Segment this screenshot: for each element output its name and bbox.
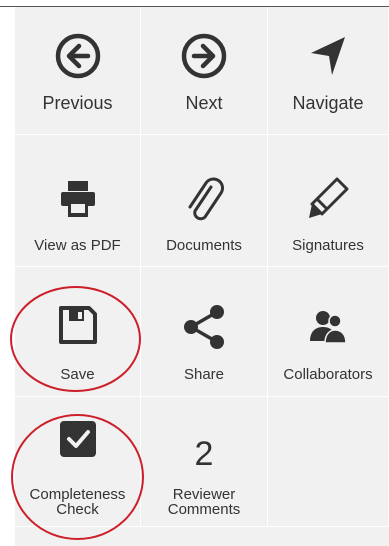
share-label: Share — [183, 366, 225, 383]
reviewer-comments-label-line1: Reviewer — [172, 486, 236, 503]
navigation-arrow-icon — [268, 33, 388, 79]
reviewer-comments-button[interactable]: 2 Reviewer Comments — [141, 397, 268, 527]
completeness-check-button[interactable]: Completeness Check — [15, 397, 141, 527]
save-label: Save — [60, 366, 95, 383]
navigate-button[interactable]: Navigate — [268, 7, 389, 135]
navigate-label: Navigate — [292, 93, 364, 113]
previous-button[interactable]: Previous — [15, 7, 141, 135]
next-label: Next — [185, 93, 223, 113]
reviewer-comments-count: 2 — [194, 435, 214, 473]
arrow-right-circle-icon — [141, 33, 267, 79]
documents-label: Documents — [166, 237, 242, 254]
documents-button[interactable]: Documents — [141, 135, 268, 267]
save-button[interactable]: Save — [15, 267, 141, 397]
previous-label: Previous — [42, 93, 113, 113]
view-as-pdf-label: View as PDF — [34, 237, 121, 254]
share-icon — [141, 303, 267, 351]
collaborators-label: Collaborators — [283, 366, 373, 383]
reviewer-comments-label-line2: Comments — [167, 501, 241, 518]
signatures-label: Signatures — [292, 237, 364, 254]
arrow-left-circle-icon — [15, 33, 140, 79]
printer-icon — [15, 179, 140, 219]
share-button[interactable]: Share — [141, 267, 268, 397]
paperclip-icon — [141, 175, 267, 223]
completeness-label-line2: Check — [56, 501, 99, 518]
empty-tile — [268, 397, 389, 527]
action-panel: Previous Next Navigate View as PDF Docum… — [15, 7, 389, 546]
completeness-label-line1: Completeness — [29, 486, 126, 503]
collaborators-button[interactable]: Collaborators — [268, 267, 389, 397]
view-as-pdf-button[interactable]: View as PDF — [15, 135, 141, 267]
floppy-disk-icon — [15, 305, 140, 345]
checkbox-checked-icon — [15, 419, 140, 459]
pencil-icon — [268, 175, 388, 223]
next-button[interactable]: Next — [141, 7, 268, 135]
signatures-button[interactable]: Signatures — [268, 135, 389, 267]
users-icon — [268, 307, 388, 347]
